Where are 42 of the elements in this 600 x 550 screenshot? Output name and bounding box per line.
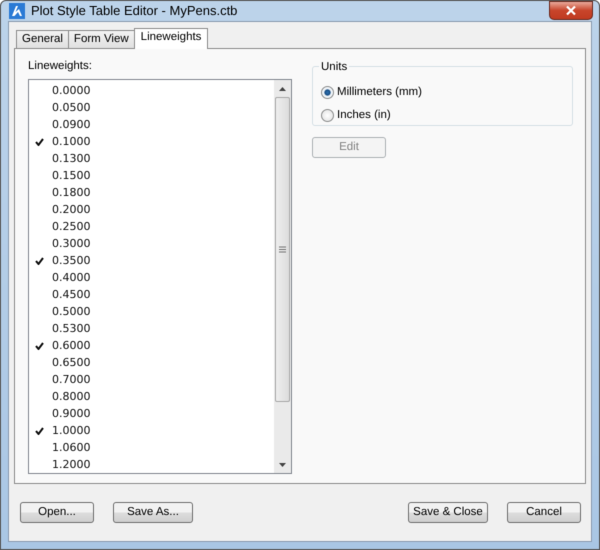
list-item[interactable]: 1.0600: [52, 440, 90, 456]
radio-label[interactable]: Millimeters (mm): [337, 84, 422, 102]
radio-label[interactable]: Inches (in): [337, 106, 391, 124]
tab[interactable]: General: [16, 30, 69, 48]
list-item[interactable]: 0.3500: [52, 252, 90, 269]
list-item[interactable]: 0.5000: [52, 304, 90, 320]
dialog-button[interactable]: Save As...: [113, 502, 193, 523]
scroll-thumb[interactable]: [275, 97, 290, 402]
list-label: Lineweights:: [28, 59, 93, 74]
list-item[interactable]: 0.7000: [52, 372, 90, 388]
app-logo-icon: [9, 3, 25, 19]
close-icon: [565, 5, 577, 16]
list-item[interactable]: 0.4000: [52, 270, 90, 286]
list-item[interactable]: 0.2500: [52, 218, 90, 235]
list-item[interactable]: 0.3000: [52, 236, 90, 252]
list-item[interactable]: 1.2000: [52, 456, 90, 473]
list-item[interactable]: 1.0000: [52, 422, 90, 439]
list-item[interactable]: 0.8000: [52, 388, 90, 405]
list-item[interactable]: 0.1300: [52, 150, 90, 167]
list-item[interactable]: 0.2000: [52, 202, 90, 218]
list-item[interactable]: 0.6000: [52, 338, 90, 354]
list-item[interactable]: 0.0000: [52, 82, 90, 99]
dialog-button[interactable]: Save & Close: [408, 502, 488, 523]
tab[interactable]: Form View: [68, 30, 135, 48]
radio-button[interactable]: [321, 109, 334, 122]
dialog-button[interactable]: Open...: [20, 502, 94, 523]
tab[interactable]: Lineweights: [134, 28, 208, 49]
radio-button[interactable]: [321, 86, 334, 99]
list-item[interactable]: 0.1800: [52, 184, 90, 201]
list-item[interactable]: 0.1000: [52, 134, 90, 150]
list-item[interactable]: 0.4500: [52, 286, 90, 303]
list-item[interactable]: 0.9000: [52, 406, 90, 422]
list-item[interactable]: 0.6500: [52, 354, 90, 371]
list-item[interactable]: 0.1500: [52, 168, 90, 184]
list-item[interactable]: 0.0900: [52, 116, 90, 133]
window-title: Plot Style Table Editor - MyPens.ctb: [31, 2, 238, 20]
list-item[interactable]: 0.5300: [52, 320, 90, 337]
list-item[interactable]: 0.0500: [52, 100, 90, 116]
lineweights-list[interactable]: 0.0000 0.0500 0.0900 0.1000 0.1300 0.1500 0.1800 0.2000 0.2500 0.3000 0.3500 0.4000 0.4500 0.5000 0.5300 0.6000 0.6500 0.7000 0.8000 0.9000 1.0000 1.0600 1.2000: [28, 79, 292, 474]
dialog-button[interactable]: Cancel: [507, 502, 581, 523]
close-button[interactable]: [549, 1, 593, 20]
scrollbar[interactable]: [274, 80, 291, 474]
